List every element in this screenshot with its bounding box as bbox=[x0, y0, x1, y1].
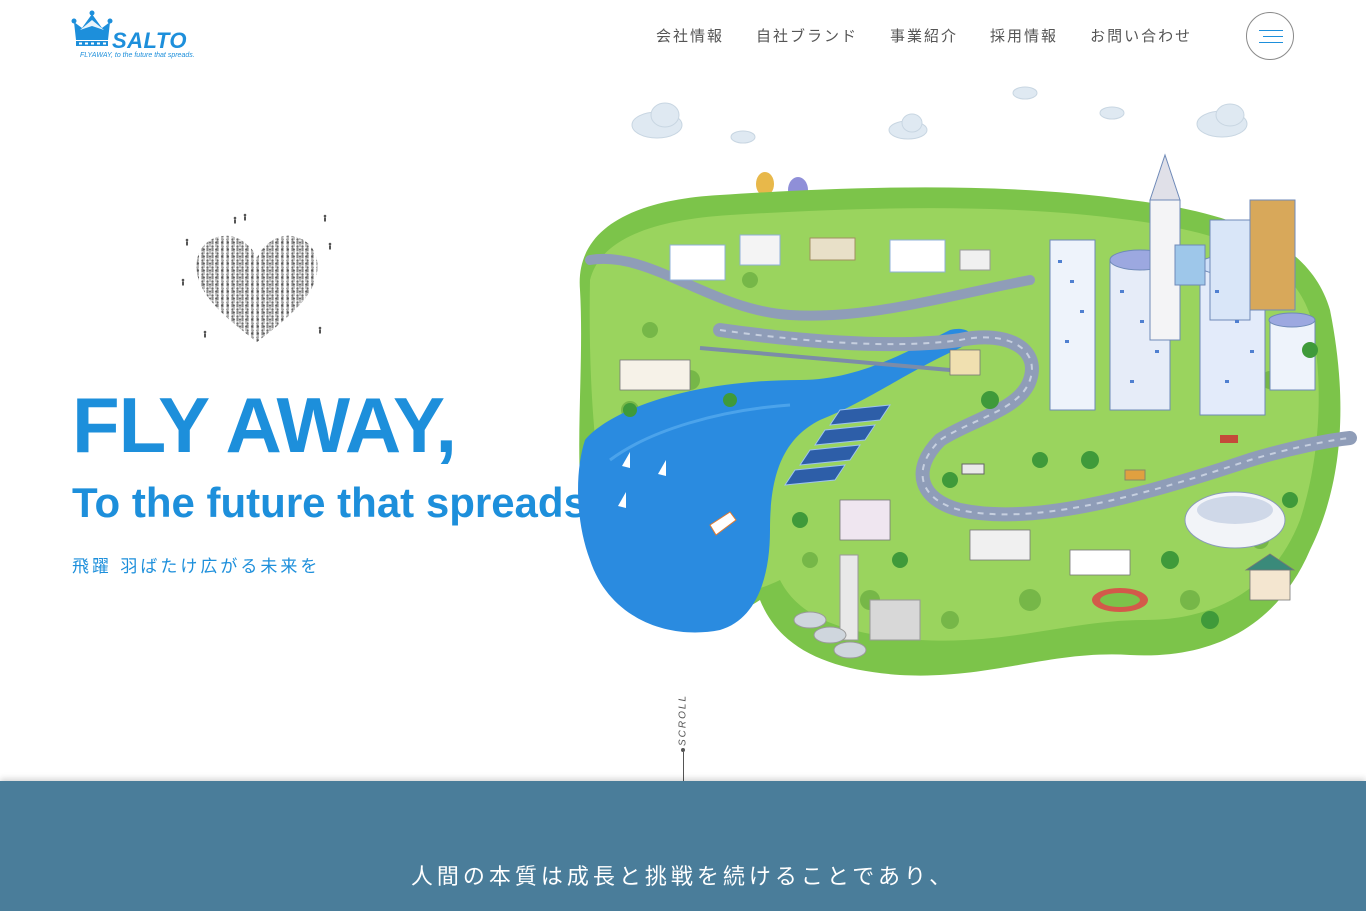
nav-item-brand[interactable]: 自社ブランド bbox=[740, 24, 874, 48]
crown-icon bbox=[71, 10, 113, 46]
scroll-indicator[interactable]: SCROLL bbox=[670, 690, 696, 782]
city-illustration-image bbox=[578, 86, 1357, 676]
hero-japanese-tagline: 飛躍 羽ばたけ広がる未来を bbox=[72, 557, 321, 577]
logo-text: SALTO bbox=[112, 28, 188, 53]
scroll-label: SCROLL bbox=[677, 693, 689, 747]
nav-item-business[interactable]: 事業紹介 bbox=[874, 24, 974, 48]
philosophy-text: 人間の本質は成長と挑戦を続けることであり、 bbox=[410, 865, 956, 890]
nav-item-company[interactable]: 会社情報 bbox=[640, 24, 740, 48]
site-header: SALTO FLYAWAY, to the future that spread… bbox=[0, 0, 1366, 80]
scroll-line bbox=[682, 752, 684, 782]
hero-subtitle: To the future that spreads. bbox=[72, 479, 599, 526]
main-nav: 会社情報 自社ブランド 事業紹介 採用情報 お問い合わせ bbox=[640, 24, 1208, 48]
salto-logo[interactable]: SALTO FLYAWAY, to the future that spread… bbox=[70, 10, 200, 65]
nav-item-recruit[interactable]: 採用情報 bbox=[974, 24, 1074, 48]
philosophy-section: 人間の本質は成長と挑戦を続けることであり、 bbox=[0, 781, 1366, 911]
nav-item-contact[interactable]: お問い合わせ bbox=[1074, 24, 1208, 48]
heart-of-people-image bbox=[181, 213, 332, 342]
menu-button[interactable] bbox=[1246, 12, 1294, 60]
hero-title: FLY AWAY, bbox=[72, 381, 457, 469]
logo-tagline: FLYAWAY, to the future that spreads. bbox=[80, 52, 195, 59]
